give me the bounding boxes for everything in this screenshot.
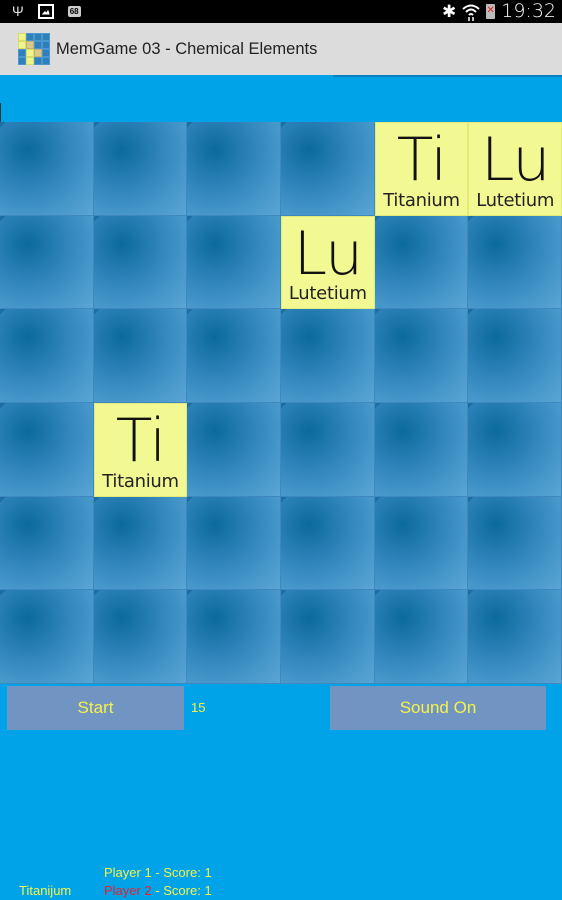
card-tile-hidden[interactable] <box>93 122 188 216</box>
player1-name: Player 1 <box>104 865 152 880</box>
card-tile-hidden[interactable] <box>468 215 562 310</box>
element-symbol: Lu <box>480 125 550 195</box>
card-tile-hidden[interactable] <box>0 309 94 403</box>
app-title: MemGame 03 - Chemical Elements <box>56 40 318 58</box>
card-tile-open[interactable]: Ti Titanium <box>374 122 469 216</box>
card-tile-hidden[interactable] <box>374 402 469 497</box>
card-tile-hidden[interactable] <box>280 590 375 684</box>
element-symbol: Ti <box>115 405 166 476</box>
card-tile-open[interactable]: Ti Titanium <box>93 402 188 497</box>
card-tile-hidden[interactable] <box>187 402 281 497</box>
scroll-indicator <box>0 103 1 122</box>
card-tile-hidden[interactable] <box>468 309 562 403</box>
card-tile-hidden[interactable] <box>187 590 281 684</box>
card-tile-hidden[interactable] <box>280 402 375 497</box>
card-tile-hidden[interactable] <box>374 590 469 684</box>
card-tile-hidden[interactable] <box>0 215 94 310</box>
element-name: Titanium <box>383 189 460 211</box>
card-tile-hidden[interactable] <box>374 309 469 403</box>
player2-score-text: - Score: 1 <box>151 883 212 898</box>
game-board: Ti Titanium Lu Lutetium Lu Lutetium Ti Titanium <box>0 122 562 684</box>
card-tile-hidden[interactable] <box>187 496 281 591</box>
card-tile-hidden[interactable] <box>280 496 375 591</box>
card-tile-hidden[interactable] <box>374 496 469 591</box>
card-tile-hidden[interactable] <box>93 590 188 684</box>
last-matched-word: Titanijum <box>19 883 72 898</box>
player1-score-text: - Score: 1 <box>151 865 212 880</box>
divider-line <box>333 75 562 77</box>
app-icon[interactable] <box>18 33 50 65</box>
element-symbol: Lu <box>293 218 363 289</box>
action-bar: MemGame 03 - Chemical Elements <box>0 23 562 75</box>
card-tile-hidden[interactable] <box>187 215 281 310</box>
card-tile-hidden[interactable] <box>187 122 281 216</box>
status-bar: Ψ 68 ✱ 19:32 <box>0 0 562 23</box>
card-tile-hidden[interactable] <box>93 496 188 591</box>
card-tile-hidden[interactable] <box>468 496 562 591</box>
wifi-icon <box>462 3 480 21</box>
card-tile-hidden[interactable] <box>468 590 562 684</box>
card-tile-hidden[interactable] <box>93 215 188 310</box>
card-tile-hidden[interactable] <box>0 122 94 216</box>
card-tile-hidden[interactable] <box>0 496 94 591</box>
card-tile-hidden[interactable] <box>280 309 375 403</box>
move-counter: 15 <box>191 700 206 715</box>
start-button[interactable]: Start <box>7 686 184 730</box>
player1-score: Player 1 - Score: 1 <box>104 864 212 882</box>
card-tile-hidden[interactable] <box>187 309 281 403</box>
element-name: Lutetium <box>476 189 555 211</box>
player2-name: Player 2 <box>104 883 152 898</box>
battery-alert-icon <box>486 4 496 19</box>
sound-toggle-button[interactable]: Sound On <box>330 686 546 730</box>
battery-level-icon: 68 <box>67 5 81 17</box>
card-tile-hidden[interactable] <box>374 215 469 310</box>
player2-score: Player 2 - Score: 1 <box>104 882 212 900</box>
element-symbol: Ti <box>396 125 447 195</box>
card-tile-hidden[interactable] <box>93 309 188 403</box>
usb-icon: Ψ <box>12 3 24 19</box>
card-tile-hidden[interactable] <box>0 402 94 497</box>
card-tile-hidden[interactable] <box>0 590 94 684</box>
card-tile-hidden[interactable] <box>280 122 375 216</box>
card-tile-open[interactable]: Lu Lutetium <box>280 215 375 310</box>
clock: 19:32 <box>501 0 556 22</box>
element-name: Titanium <box>102 470 179 492</box>
element-name: Lutetium <box>288 283 367 305</box>
card-tile-hidden[interactable] <box>468 402 562 497</box>
picture-icon <box>37 3 54 19</box>
bluetooth-icon: ✱ <box>441 1 457 21</box>
card-tile-open[interactable]: Lu Lutetium <box>468 122 562 216</box>
